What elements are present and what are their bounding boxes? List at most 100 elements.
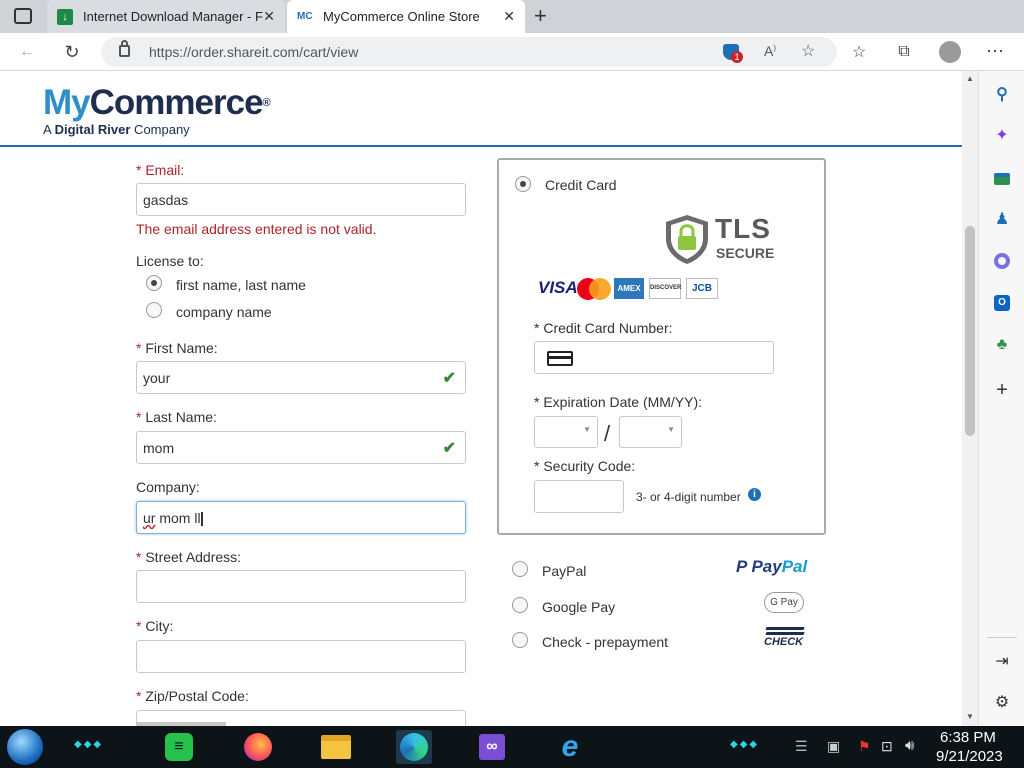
header-divider [0, 145, 962, 147]
info-icon[interactable]: i [748, 488, 761, 501]
mycommerce-logo[interactable]: MyCommerce® A Digital River Company [43, 85, 271, 138]
hide-sidebar-icon[interactable]: ⇥ [990, 649, 1014, 673]
profile-avatar[interactable] [939, 41, 961, 63]
clock-date[interactable]: 9/21/2023 [936, 748, 1003, 765]
chevron-down-icon: ▼ [583, 425, 591, 434]
credit-card-radio[interactable] [515, 176, 531, 192]
check-prepayment-radio[interactable] [512, 632, 528, 648]
tree-icon[interactable]: ♣ [990, 333, 1014, 357]
paypal-radio[interactable] [512, 561, 528, 577]
email-label: * Email: [136, 162, 185, 178]
new-tab-button[interactable]: + [534, 3, 547, 29]
card-number-label: * Credit Card Number: [534, 320, 673, 336]
paypal-label[interactable]: PayPal [542, 563, 586, 579]
copilot-icon[interactable]: ✦ [990, 123, 1014, 147]
taskbar-menu-icon[interactable]: ☰ [795, 738, 808, 755]
paypal-p-icon: P [736, 557, 752, 576]
vertical-scrollbar[interactable]: ▲ ▼ [962, 71, 978, 726]
company-value: mom ll [155, 510, 201, 526]
collections-icon[interactable]: ⧉ [892, 40, 916, 64]
google-pay-label[interactable]: Google Pay [542, 599, 615, 615]
tab-internet-download-manager[interactable]: ↓ Internet Download Manager - Fr ✕ [47, 0, 285, 33]
add-favorite-icon[interactable]: ☆ [801, 41, 815, 61]
settings-gear-icon[interactable]: ⚙ [990, 690, 1014, 714]
email-error: The email address entered is not valid. [136, 221, 377, 237]
edge-browser-icon[interactable] [396, 730, 432, 764]
refresh-icon[interactable]: ↻ [60, 40, 84, 64]
license-radio-name[interactable] [146, 275, 162, 291]
notes-app-icon[interactable]: ≡ [161, 730, 197, 764]
close-tab-icon[interactable]: ✕ [263, 8, 275, 25]
amex-logo: AMEX [614, 278, 644, 299]
image-tray-icon[interactable]: ▣ [827, 738, 840, 755]
firefox-icon[interactable] [240, 730, 276, 764]
discover-logo: DISCOVER [649, 278, 681, 299]
page-content: MyCommerce® A Digital River Company * Em… [0, 71, 962, 726]
start-button[interactable] [7, 729, 43, 765]
volume-icon[interactable]: 🔊︎ [905, 737, 914, 754]
tls-subtitle: SECURE [716, 245, 775, 261]
shield-lock-icon [666, 215, 708, 264]
more-options-icon[interactable]: ⋯ [983, 39, 1007, 63]
url-text: https://order.shareit.com/cart/view [149, 44, 359, 60]
security-code-field[interactable] [534, 480, 624, 513]
company-field[interactable]: ur mom ll [136, 501, 466, 534]
office-icon[interactable] [990, 249, 1014, 273]
tab-actions-icon[interactable] [14, 8, 32, 24]
mastercard-logo [577, 278, 611, 300]
idm-icon: ↓ [57, 8, 73, 25]
mycommerce-favicon: MC [297, 11, 313, 22]
scroll-down-icon[interactable]: ▼ [966, 712, 974, 721]
tab-title: MyCommerce Online Store [323, 9, 480, 24]
expiry-year-select[interactable]: ▼ [619, 416, 682, 448]
google-pay-logo: G Pay [764, 592, 804, 613]
last-name-label: * Last Name: [136, 409, 217, 425]
visual-studio-icon[interactable]: ∞ [474, 730, 510, 764]
tools-icon[interactable]: ♟ [990, 207, 1014, 231]
license-option-company[interactable]: company name [176, 304, 272, 320]
favorites-icon[interactable]: ☆ [847, 40, 871, 64]
back-arrow-icon[interactable]: ← [15, 40, 39, 64]
credit-card-label[interactable]: Credit Card [545, 177, 617, 193]
internet-explorer-icon[interactable]: e [552, 730, 588, 764]
first-name-label: * First Name: [136, 340, 218, 356]
street-address-field[interactable] [136, 570, 466, 603]
logo-tagline-suffix: Company [130, 122, 190, 137]
address-bar: ← ↻ https://order.shareit.com/cart/view … [0, 33, 1024, 71]
license-radio-company[interactable] [146, 302, 162, 318]
clock-time[interactable]: 6:38 PM [940, 729, 996, 746]
city-field[interactable] [136, 640, 466, 673]
license-option-name[interactable]: first name, last name [176, 277, 306, 293]
add-sidebar-icon[interactable]: + [990, 378, 1014, 402]
valid-check-icon: ✔ [442, 370, 456, 387]
url-field[interactable]: https://order.shareit.com/cart/view 1 A)… [101, 37, 837, 67]
last-name-field[interactable]: mom ✔ [136, 431, 466, 464]
first-name-field[interactable]: your ✔ [136, 361, 466, 394]
security-tray-icon[interactable]: ⚑ [858, 738, 871, 755]
valid-check-icon: ✔ [442, 440, 456, 457]
notification-badge: 1 [731, 51, 743, 63]
email-field[interactable]: gasdas [136, 183, 466, 216]
jcb-logo: JCB [686, 278, 718, 299]
license-label: License to: [136, 253, 204, 269]
tab-title: Internet Download Manager - Fr [83, 9, 263, 24]
search-icon[interactable]: ⚲ [990, 82, 1014, 106]
outlook-icon[interactable]: O [990, 291, 1014, 315]
check-prepayment-label[interactable]: Check - prepayment [542, 634, 668, 650]
tab-mycommerce[interactable]: MC MyCommerce Online Store ✕ [287, 0, 525, 33]
logo-registered: ® [262, 97, 271, 109]
file-explorer-icon[interactable] [318, 730, 354, 764]
expiry-separator: / [604, 421, 611, 446]
chevron-down-icon: ▼ [667, 425, 675, 434]
expiry-month-select[interactable]: ▼ [534, 416, 598, 448]
google-pay-radio[interactable] [512, 597, 528, 613]
scroll-up-icon[interactable]: ▲ [966, 74, 974, 83]
tls-secure-badge: TLS SECURE [664, 213, 774, 265]
close-tab-icon[interactable]: ✕ [503, 8, 515, 25]
credit-card-icon [547, 351, 573, 366]
read-aloud-icon[interactable]: A) [764, 43, 776, 59]
scrollbar-thumb[interactable] [965, 226, 975, 436]
card-number-field[interactable] [534, 341, 774, 374]
network-icon[interactable]: ⊡ [881, 738, 893, 755]
shopping-icon[interactable] [990, 167, 1014, 191]
